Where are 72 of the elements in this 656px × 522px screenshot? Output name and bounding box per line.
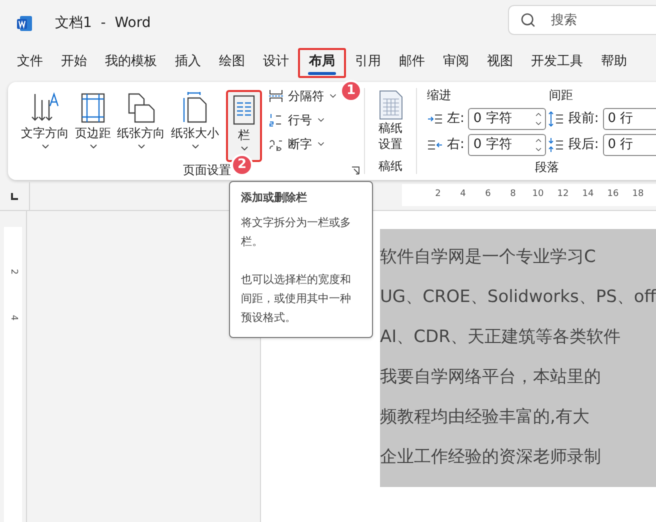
ruler-number: 12: [557, 188, 569, 202]
ruler-number: 2: [434, 188, 442, 202]
ribbon-tab[interactable]: 视图: [478, 48, 522, 78]
search-icon: [520, 12, 536, 28]
ribbon-button[interactable]: 纸张方向: [114, 90, 168, 162]
document-text-line: UG、CROE、Solidworks、PS、off: [380, 286, 656, 309]
spin-field[interactable]: 0 字符: [468, 134, 546, 156]
ribbon-button[interactable]: 断字: [268, 134, 338, 154]
page-break-icon: [268, 89, 284, 103]
tooltip-title: 添加或删除栏: [241, 190, 308, 206]
spin-down-icon[interactable]: [534, 145, 544, 154]
tooltip-text: 也可以选择栏的宽度和间距，或使用其中一种预设格式。: [241, 272, 352, 326]
ribbon-button[interactable]: 文字方向: [18, 90, 72, 162]
spin-down-icon[interactable]: [534, 119, 544, 128]
ribbon-button[interactable]: 分隔符: [268, 86, 338, 106]
document-text-line: 频教程均由经验丰富的,有大: [380, 406, 590, 429]
ruler-number: 18: [632, 188, 644, 202]
indent-left-icon: [427, 113, 443, 125]
ribbon-tab[interactable]: 插入: [166, 48, 210, 78]
document-text-line: 企业工作经验的资深老师录制: [380, 446, 602, 469]
ribbon-button[interactable]: 稿纸设置: [368, 88, 412, 158]
ruler-number: 14: [582, 188, 594, 202]
ribbon-tab[interactable]: 开发工具: [522, 48, 592, 78]
ribbon-tab[interactable]: 设计: [254, 48, 298, 78]
field-label: 左:: [447, 110, 464, 128]
orientation-icon: [126, 92, 156, 124]
spin-field[interactable]: 0 行: [602, 108, 656, 130]
dialog-launcher-icon[interactable]: [351, 166, 360, 174]
ruler-number: 2: [8, 268, 20, 275]
spin-field[interactable]: 0 字符: [468, 108, 546, 130]
ribbon-tab[interactable]: 我的模板: [96, 48, 166, 78]
ruler-number: 6: [484, 188, 492, 202]
indent-right-icon: [427, 139, 443, 151]
ruler-number: 4: [459, 188, 467, 202]
tab-selector-icon[interactable]: [11, 192, 18, 200]
ruler-number: 10: [532, 188, 544, 202]
spin-field[interactable]: 0 行: [602, 134, 656, 156]
ribbon-tab[interactable]: 开始: [52, 48, 96, 78]
ribbon-tab[interactable]: 引用: [346, 48, 390, 78]
spacing-after-icon: [548, 137, 564, 153]
field-label: 右:: [447, 136, 464, 154]
document-text-line: 我要自学网络平台，本站里的: [380, 366, 602, 389]
word-logo-icon: [16, 14, 33, 32]
line-numbers-icon: [268, 112, 284, 128]
ribbon-button[interactable]: 纸张大小: [168, 90, 222, 162]
spin-up-icon[interactable]: [534, 110, 544, 119]
spacing-before-icon: [548, 111, 564, 127]
ribbon-button[interactable]: 页边距: [72, 90, 114, 162]
tooltip-text: 将文字拆分为一栏或多栏。: [241, 214, 352, 250]
group-label: 段落: [535, 159, 560, 176]
ribbon-button[interactable]: 行号: [268, 110, 338, 130]
document-text-line: 软件自学网是一个专业学习C: [380, 246, 597, 269]
ruler-number: 4: [8, 314, 20, 320]
section-label: 缩进: [427, 87, 452, 104]
spin-up-icon[interactable]: [534, 136, 544, 145]
ribbon-tab[interactable]: 审阅: [434, 48, 478, 78]
group-label: 页面设置: [183, 162, 231, 179]
grid-paper-icon: [378, 90, 402, 120]
ribbon-tab[interactable]: 绘图: [210, 48, 254, 78]
ribbon-tab[interactable]: 文件: [8, 48, 52, 78]
ribbon-tab[interactable]: 邮件: [390, 48, 434, 78]
ruler-number: 16: [607, 188, 619, 202]
section-label: 间距: [549, 87, 573, 104]
field-label: 段后:: [568, 136, 599, 154]
ribbon-tab[interactable]: 帮助: [592, 48, 636, 78]
window-title: 文档1 - Word: [55, 14, 151, 32]
search-field[interactable]: 搜索: [508, 5, 656, 35]
field-label: 段前:: [568, 110, 599, 128]
group-label: 稿纸: [378, 158, 402, 174]
ruler-number: 8: [509, 188, 517, 202]
document-text-line: AI、CDR、天正建筑等各类软件: [380, 326, 622, 349]
ribbon-tab[interactable]: 布局: [298, 48, 346, 78]
